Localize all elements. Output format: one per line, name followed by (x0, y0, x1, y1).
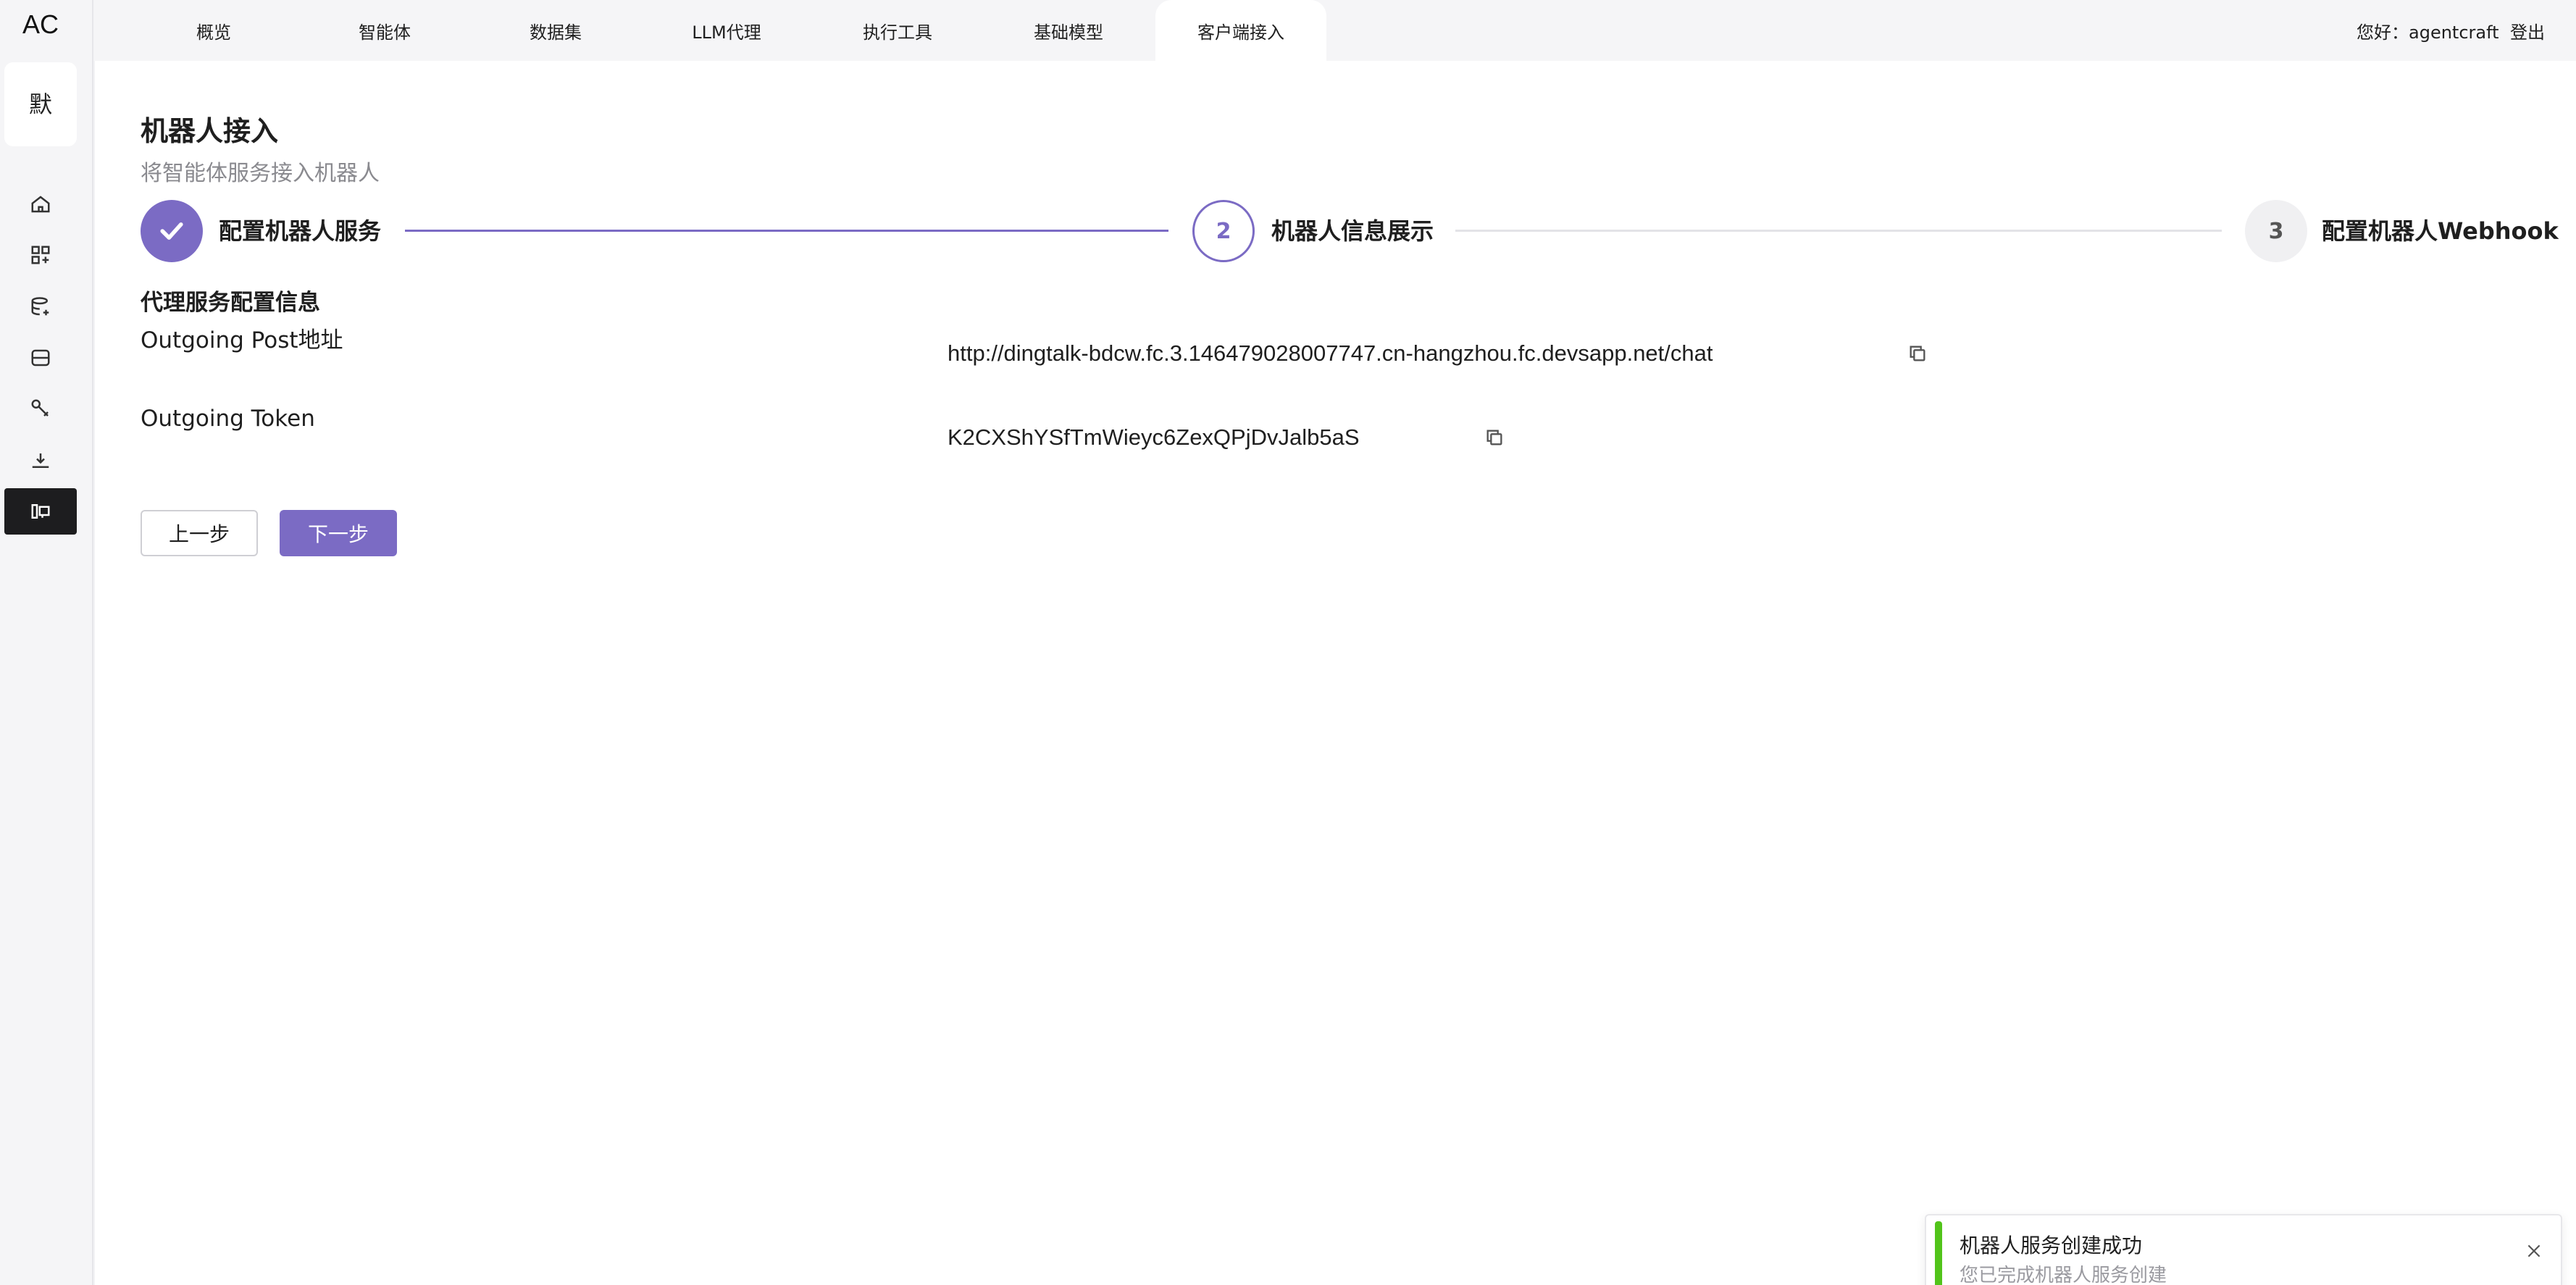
copy-icon[interactable] (1907, 343, 1928, 364)
workspace-badge[interactable]: 默 (4, 62, 77, 146)
tab-tools[interactable]: 执行工具 (812, 0, 983, 61)
tab-agents[interactable]: 智能体 (299, 0, 470, 61)
sidebar: AC 默 (0, 0, 93, 1285)
apps-icon (31, 246, 50, 264)
tab-client-access[interactable]: 客户端接入 (1155, 0, 1326, 61)
outgoing-token-label: Outgoing Token (141, 406, 315, 432)
step-2-circle: 2 (1192, 200, 1255, 262)
model-icon (32, 453, 49, 468)
tab-llm-proxy[interactable]: LLM代理 (641, 0, 812, 61)
sidebar-item-client-access[interactable] (4, 488, 77, 535)
step-3-label: 配置机器人Webhook (2322, 217, 2559, 245)
user-greeting: 您好：agentcraft (2357, 22, 2499, 43)
sidebar-item-agents[interactable] (4, 232, 77, 278)
copy-icon[interactable] (1484, 427, 1505, 448)
sidebar-item-datasets[interactable] (4, 284, 77, 330)
dataset-icon (31, 297, 49, 316)
next-step-button[interactable]: 下一步 (280, 510, 397, 556)
top-nav: 概览 智能体 数据集 LLM代理 执行工具 基础模型 客户端接入 您好：agen… (93, 0, 2576, 61)
storage-icon (31, 349, 50, 367)
outgoing-post-label: Outgoing Post地址 (141, 327, 343, 353)
main-content: 机器人接入 将智能体服务接入机器人 配置机器人服务 2 机器人信息展示 3 配置… (95, 61, 2576, 1285)
sidebar-item-models[interactable] (4, 438, 77, 484)
step-1-label: 配置机器人服务 (219, 217, 382, 245)
step-connector-2 (1455, 230, 2222, 232)
tool-icon (31, 399, 49, 417)
logout-link[interactable]: 登出 (2510, 0, 2545, 61)
sidebar-item-home[interactable] (4, 181, 77, 227)
toast-title: 机器人服务创建成功 (1960, 1234, 2143, 1257)
step-1-circle (141, 200, 203, 262)
toast-description: 您已完成机器人服务创建 (1960, 1265, 2167, 1285)
client-access-icon (31, 504, 50, 519)
section-title: 代理服务配置信息 (141, 290, 320, 316)
success-toast: 机器人服务创建成功 您已完成机器人服务创建 (1925, 1214, 2562, 1285)
sidebar-item-tools[interactable] (4, 385, 77, 432)
step-3-circle: 3 (2245, 200, 2307, 262)
tab-datasets[interactable]: 数据集 (470, 0, 641, 61)
app-logo: AC (22, 9, 59, 39)
tab-overview[interactable]: 概览 (128, 0, 299, 61)
step-connector-1 (405, 230, 1168, 232)
home-icon (31, 196, 50, 213)
outgoing-token-value: K2CXShYSfTmWieyc6ZexQPjDvJalb5aS (948, 424, 1360, 450)
page-title: 机器人接入 (141, 115, 279, 147)
page-subtitle: 将智能体服务接入机器人 (141, 161, 380, 186)
prev-step-button[interactable]: 上一步 (141, 510, 258, 556)
check-icon (160, 222, 183, 240)
toast-status-bar (1935, 1221, 1942, 1285)
step-2-label: 机器人信息展示 (1271, 217, 1434, 245)
outgoing-post-value: http://dingtalk-bdcw.fc.3.14647902800774… (948, 340, 1713, 366)
close-icon[interactable] (2525, 1242, 2543, 1260)
sidebar-item-llm-proxy[interactable] (4, 335, 77, 381)
tab-base-models[interactable]: 基础模型 (983, 0, 1154, 61)
